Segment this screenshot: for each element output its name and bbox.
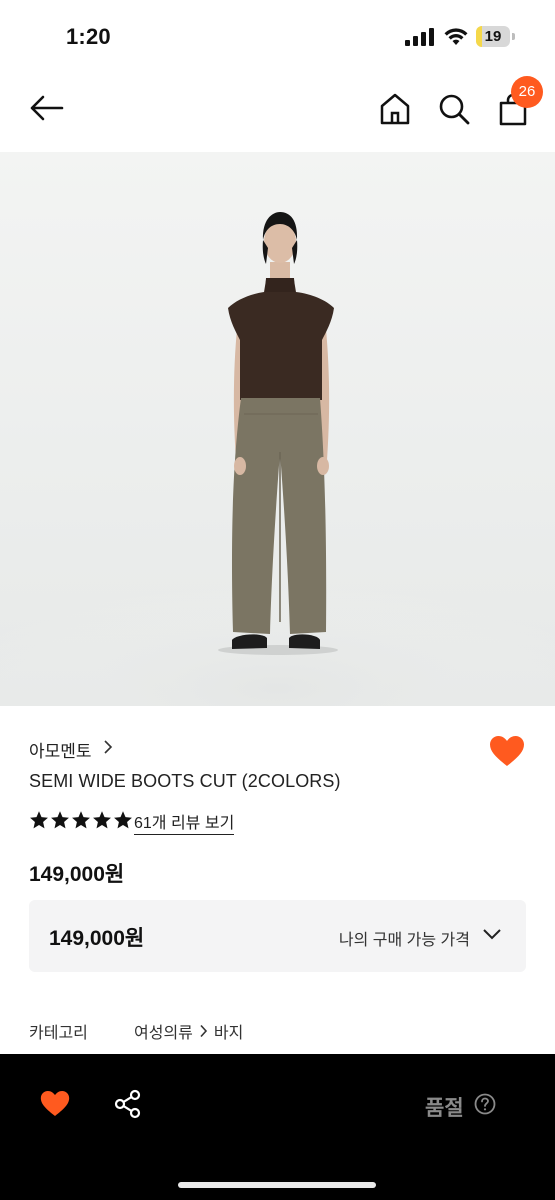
category-label: 카테고리	[29, 1025, 88, 1042]
category-item[interactable]: 여성의류	[134, 1019, 193, 1043]
help-icon[interactable]	[474, 1093, 496, 1115]
wifi-icon	[444, 28, 468, 45]
star-icon	[114, 811, 132, 829]
product-image[interactable]	[0, 152, 555, 706]
share-icon[interactable]	[113, 1089, 143, 1119]
home-icon[interactable]	[379, 92, 411, 126]
star-icon	[51, 811, 69, 829]
my-price-box[interactable]: 149,000원 나의 구매 가능 가격	[29, 900, 526, 972]
product-price: 149,000원	[29, 863, 125, 886]
my-price-label: 나의 구매 가능 가격	[338, 932, 470, 949]
chevron-down-icon[interactable]	[482, 928, 502, 940]
star-icon	[30, 811, 48, 829]
star-icon	[93, 811, 111, 829]
product-title: SEMI WIDE BOOTS CUT (2COLORS)	[29, 771, 341, 791]
home-indicator	[178, 1182, 376, 1188]
chevron-right-icon	[200, 1024, 207, 1038]
bottom-action-bar: 품절	[0, 1054, 555, 1200]
category-breadcrumb: 여성의류 바지	[134, 1019, 243, 1043]
product-photo-model	[0, 212, 555, 706]
battery-percent: 19	[484, 28, 502, 45]
cart-count-badge: 26	[511, 76, 543, 108]
search-icon[interactable]	[438, 93, 470, 125]
cellular-signal-icon	[405, 28, 434, 46]
heart-icon[interactable]	[40, 1090, 70, 1117]
review-link[interactable]: 61개 리뷰 보기	[134, 809, 235, 835]
my-price-value: 149,000원	[49, 927, 145, 950]
star-icon	[72, 811, 90, 829]
category-item[interactable]: 바지	[214, 1019, 243, 1043]
sold-out-status: 품절	[425, 1097, 464, 1120]
heart-icon[interactable]	[489, 735, 525, 767]
back-arrow-icon[interactable]	[28, 94, 64, 122]
top-nav	[0, 72, 555, 152]
brand-name[interactable]: 아모멘토	[29, 737, 92, 762]
chevron-right-icon[interactable]	[103, 739, 113, 755]
battery-indicator: 19	[476, 26, 516, 47]
status-bar: 1:20 19	[0, 0, 555, 72]
rating-stars	[29, 810, 133, 832]
status-time: 1:20	[66, 24, 111, 49]
